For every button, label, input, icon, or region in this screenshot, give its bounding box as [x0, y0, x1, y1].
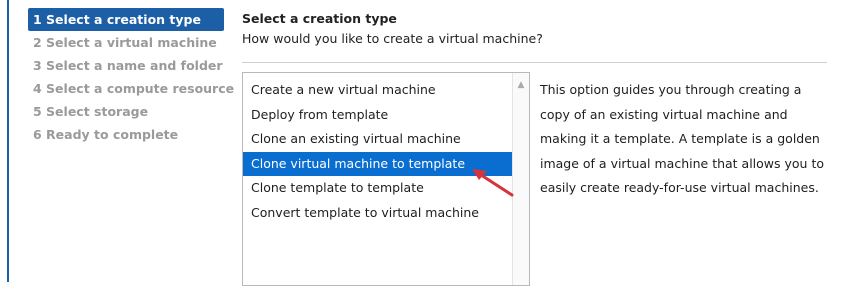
option-clone-existing-vm[interactable]: Clone an existing virtual machine: [243, 127, 513, 152]
wizard-step-4[interactable]: 4 Select a compute resource: [28, 77, 234, 100]
description-line: making it a template. A template is a go…: [540, 131, 820, 146]
chevron-up-icon[interactable]: ▲: [516, 80, 526, 90]
option-create-new-vm[interactable]: Create a new virtual machine: [243, 78, 513, 103]
wizard-step-2[interactable]: 2 Select a virtual machine: [28, 31, 224, 54]
option-convert-template-to-vm[interactable]: Convert template to virtual machine: [243, 201, 513, 226]
description-line: This option guides you through creating …: [540, 82, 802, 97]
creation-type-options: Create a new virtual machine Deploy from…: [243, 78, 513, 225]
window-left-border: [7, 0, 9, 282]
header-divider: [242, 62, 827, 63]
page-title: Select a creation type: [242, 11, 397, 26]
wizard-step-3[interactable]: 3 Select a name and folder: [28, 54, 224, 77]
wizard-steps: 1 Select a creation type 2 Select a virt…: [28, 8, 234, 146]
wizard-step-1[interactable]: 1 Select a creation type: [28, 8, 224, 31]
description-line: copy of an existing virtual machine and: [540, 106, 788, 122]
red-arrow-icon: [472, 169, 514, 197]
wizard-step-6[interactable]: 6 Ready to complete: [28, 123, 224, 146]
page-subtitle: How would you like to create a virtual m…: [242, 31, 543, 46]
option-description: This option guides you through creating …: [540, 78, 830, 201]
option-deploy-from-template[interactable]: Deploy from template: [243, 103, 513, 128]
wizard-step-5[interactable]: 5 Select storage: [28, 100, 224, 123]
description-line: image of a virtual machine that allows y…: [540, 155, 825, 171]
description-line: easily create ready-for-use virtual mach…: [540, 180, 819, 195]
